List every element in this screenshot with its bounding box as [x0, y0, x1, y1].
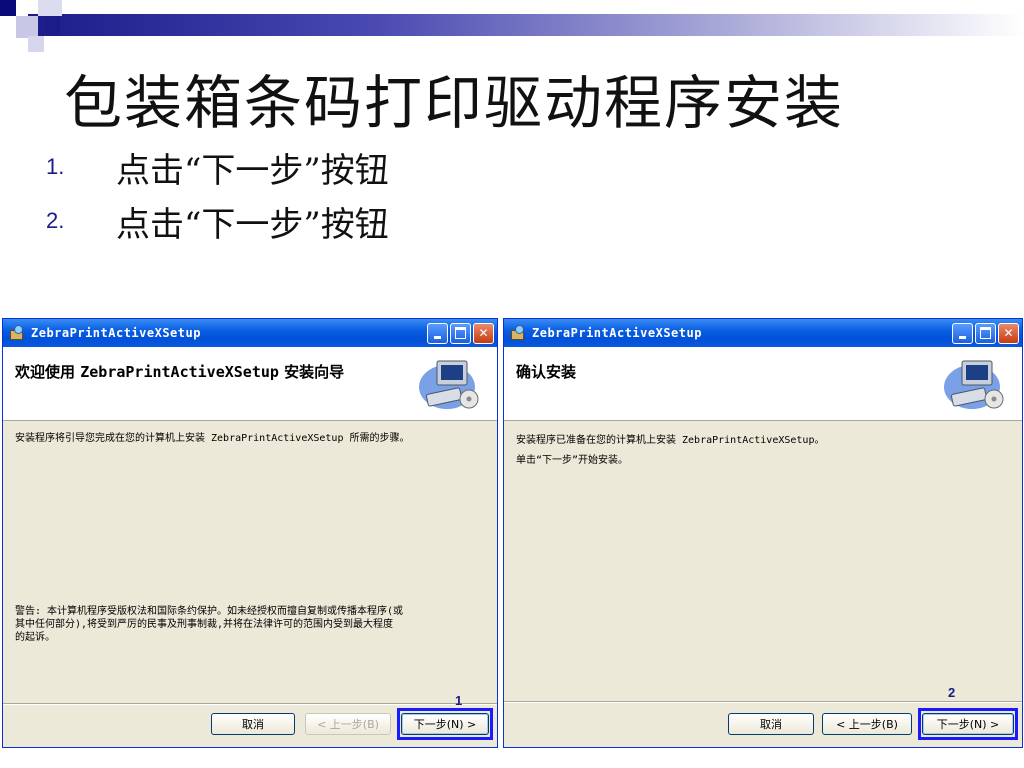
warning-line: 其中任何部分),将受到严厉的民事及刑事制裁,并将在法律许可的范围内受到最大程度: [15, 619, 394, 630]
step-marker: 2: [948, 685, 956, 700]
intro-text: 安装程序将引导您完成在您的计算机上安装 ZebraPrintActiveXSet…: [15, 433, 410, 444]
wizard-banner: 确认安装: [504, 347, 1022, 421]
decor-square: [0, 0, 16, 16]
step-item: 1. 点击“下一步”按钮: [46, 140, 389, 194]
footer-separator: [504, 701, 1022, 703]
minimize-icon[interactable]: [952, 322, 973, 344]
cancel-button[interactable]: 取消: [211, 713, 295, 735]
close-icon[interactable]: ✕: [998, 322, 1019, 344]
installer-icon: [510, 325, 526, 341]
title-bar[interactable]: ZebraPrintActiveXSetup ✕: [504, 319, 1022, 347]
next-button[interactable]: 下一步(N) >: [922, 713, 1014, 735]
warning-line: 警告: 本计算机程序受版权法和国际条约保护。如未经授权而擅自复制或传播本程序(或: [15, 606, 404, 617]
step-item: 2. 点击“下一步”按钮: [46, 194, 389, 248]
step-number: 2.: [46, 208, 65, 233]
window-title: ZebraPrintActiveXSetup: [31, 326, 201, 340]
decor-square: [28, 36, 44, 52]
warning-line: 的起诉。: [15, 632, 55, 643]
cancel-button[interactable]: 取消: [728, 713, 814, 735]
next-button[interactable]: 下一步(N) >: [401, 713, 489, 735]
computer-setup-icon: [944, 360, 1004, 409]
window-title: ZebraPrintActiveXSetup: [532, 326, 702, 340]
step-text: 点击“下一步”按钮: [116, 204, 389, 245]
installer-icon: [9, 325, 25, 341]
step-number: 1.: [46, 154, 65, 179]
maximize-icon[interactable]: [975, 322, 996, 344]
heading-prefix: 欢迎使用: [15, 363, 81, 381]
setup-confirm-dialog: ZebraPrintActiveXSetup ✕ 确认安装 安装程序已准备在您的…: [503, 318, 1023, 748]
header-gradient-bar: [28, 14, 1024, 36]
step-text: 点击“下一步”按钮: [116, 150, 389, 191]
confirm-line: 安装程序已准备在您的计算机上安装 ZebraPrintActiveXSetup。: [516, 435, 825, 446]
wizard-heading: 欢迎使用 ZebraPrintActiveXSetup 安装向导: [15, 361, 344, 382]
title-bar[interactable]: ZebraPrintActiveXSetup ✕: [3, 319, 497, 347]
heading-suffix: 安装向导: [278, 363, 345, 381]
footer-separator: [3, 703, 497, 705]
step-marker: 1: [455, 693, 463, 708]
wizard-banner: 欢迎使用 ZebraPrintActiveXSetup 安装向导: [3, 347, 497, 421]
back-button[interactable]: < 上一步(B): [822, 713, 912, 735]
decor-square: [16, 16, 38, 38]
setup-welcome-dialog: ZebraPrintActiveXSetup ✕ 欢迎使用 ZebraPrint…: [2, 318, 498, 748]
step-list: 1. 点击“下一步”按钮 2. 点击“下一步”按钮: [46, 140, 389, 248]
confirm-text: 安装程序已准备在您的计算机上安装 ZebraPrintActiveXSetup。…: [516, 431, 824, 471]
decor-square: [46, 16, 60, 36]
computer-setup-icon: [419, 360, 479, 409]
minimize-icon[interactable]: [427, 322, 448, 344]
heading-app-name: ZebraPrintActiveXSetup: [80, 363, 279, 381]
confirm-line: 单击“下一步”开始安装。: [516, 455, 629, 466]
maximize-icon[interactable]: [450, 322, 471, 344]
slide-title: 包装箱条码打印驱动程序安装: [64, 69, 845, 137]
close-icon[interactable]: ✕: [473, 322, 494, 344]
copyright-warning: 警告: 本计算机程序受版权法和国际条约保护。如未经授权而擅自复制或传播本程序(或…: [15, 605, 403, 644]
decor-square: [38, 0, 62, 16]
back-button[interactable]: < 上一步(B): [305, 713, 391, 735]
wizard-heading: 确认安装: [516, 363, 577, 381]
